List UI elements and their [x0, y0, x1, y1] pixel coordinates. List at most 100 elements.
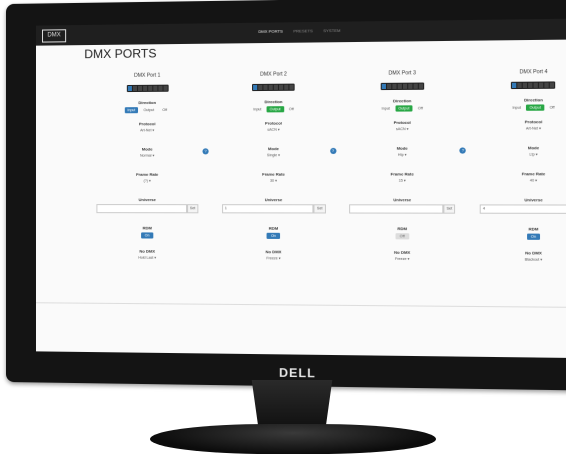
protocol-select[interactable]: Art-Net ▾	[140, 128, 154, 132]
universe-input[interactable]	[96, 204, 187, 214]
mode-row: Mode Single ▾ ?	[222, 146, 337, 172]
mode-row: Mode Htp ▾ ?	[349, 145, 467, 171]
frame-rate-label: Frame Rate	[521, 171, 546, 177]
direction-output-button[interactable]: Output	[526, 104, 545, 111]
no-dmx-label: No DMX	[525, 250, 542, 256]
protocol-label: Protocol	[138, 121, 156, 127]
direction-input-button[interactable]: Input	[124, 107, 139, 114]
protocol-select[interactable]: sACN ▾	[396, 127, 409, 131]
port-segment-selector[interactable]	[380, 82, 424, 91]
divider	[35, 302, 566, 308]
mode-select[interactable]: Ltp ▾	[529, 152, 537, 156]
direction-label: Direction	[138, 99, 157, 106]
universe-input[interactable]	[349, 204, 444, 214]
protocol-select[interactable]: Art-Net ▾	[526, 126, 541, 130]
brand-logo[interactable]: DMX	[42, 29, 67, 43]
no-dmx-select[interactable]: Freeze ▾	[395, 257, 409, 261]
direction-label: Direction	[393, 98, 412, 104]
frame-rate-select[interactable]: 40 ▾	[530, 178, 537, 182]
rdm-toggle[interactable]: Off	[395, 233, 409, 240]
frame-rate-label: Frame Rate	[262, 171, 285, 177]
frame-rate-select[interactable]: 30 ▾	[270, 179, 277, 183]
universe-input[interactable]: 4	[479, 204, 566, 214]
top-navbar: DMX DMX PORTS PRESETS SYSTEM	[35, 18, 566, 46]
rdm-toggle[interactable]: On	[526, 233, 541, 240]
mode-label: Mode	[141, 146, 153, 152]
dmx-port-panel: DMX Port 3 Direction Input Output Off Pr…	[349, 70, 467, 261]
no-dmx-label: No DMX	[139, 248, 156, 254]
direction-toggle: Input Output Off	[124, 107, 170, 114]
direction-off-button[interactable]: Off	[159, 107, 170, 113]
rdm-toggle[interactable]: On	[266, 232, 281, 239]
direction-toggle: Input Output Off	[509, 104, 558, 111]
rdm-toggle[interactable]: On	[140, 232, 154, 239]
protocol-select[interactable]: sACN ▾	[267, 128, 279, 132]
protocol-label: Protocol	[524, 119, 543, 125]
frame-rate-select[interactable]: 15 ▾	[399, 179, 406, 183]
mode-row: Mode Normal ▾ ?	[96, 146, 209, 172]
port-title: DMX Port 4	[519, 68, 548, 76]
port-title: DMX Port 2	[260, 71, 287, 78]
universe-row: 1 Set	[221, 204, 326, 214]
monitor-frame: DMX DMX PORTS PRESETS SYSTEM DMX PORTS D…	[6, 0, 566, 391]
direction-output-button[interactable]: Output	[395, 105, 413, 112]
nav-link-system[interactable]: SYSTEM	[323, 28, 340, 33]
monitor-brand-logo: DELL	[279, 365, 316, 381]
direction-off-button[interactable]: Off	[286, 106, 297, 112]
mode-select[interactable]: Normal ▾	[140, 154, 154, 158]
no-dmx-select[interactable]: Freeze ▾	[266, 256, 280, 260]
direction-output-button[interactable]: Output	[266, 106, 284, 113]
rdm-label: RDM	[142, 225, 152, 231]
rdm-label: RDM	[528, 226, 539, 232]
no-dmx-select[interactable]: Blackout ▾	[525, 257, 542, 261]
port-title: DMX Port 1	[134, 72, 161, 79]
port-segment-selector[interactable]	[511, 81, 556, 90]
direction-label: Direction	[524, 97, 543, 103]
nav-link-dmx-ports[interactable]: DMX PORTS	[258, 29, 283, 34]
mode-select[interactable]: Htp ▾	[398, 153, 407, 157]
universe-label: Universe	[524, 197, 543, 203]
mode-label: Mode	[396, 145, 408, 151]
universe-set-button[interactable]: Set	[313, 204, 326, 214]
info-icon[interactable]: ?	[459, 147, 467, 154]
ports-grid: DMX Port 1 Direction Input Output Off Pr…	[96, 69, 566, 262]
mode-select[interactable]: Single ▾	[267, 153, 280, 157]
universe-set-button[interactable]: Set	[443, 204, 456, 214]
universe-row: Set	[349, 204, 456, 214]
screen: DMX DMX PORTS PRESETS SYSTEM DMX PORTS D…	[35, 18, 566, 359]
universe-label: Universe	[264, 197, 283, 203]
direction-input-button[interactable]: Input	[509, 105, 524, 111]
no-dmx-label: No DMX	[394, 249, 411, 255]
mode-label: Mode	[268, 146, 279, 152]
monitor-stand-neck	[251, 380, 333, 428]
universe-row: 4 Set	[479, 204, 566, 214]
dmx-port-panel: DMX Port 4 Direction Input Output Off Pr…	[479, 68, 566, 262]
direction-off-button[interactable]: Off	[415, 105, 426, 111]
universe-set-button[interactable]: Set	[186, 204, 199, 214]
direction-off-button[interactable]: Off	[546, 104, 558, 110]
protocol-label: Protocol	[265, 120, 282, 126]
frame-rate-label: Frame Rate	[390, 171, 414, 177]
direction-toggle: Input Output Off	[250, 106, 297, 113]
info-icon[interactable]: ?	[329, 147, 337, 155]
info-icon[interactable]: ?	[202, 148, 209, 155]
direction-input-button[interactable]: Input	[250, 106, 264, 112]
no-dmx-select[interactable]: Hold Last ▾	[138, 256, 156, 260]
universe-input[interactable]: 1	[221, 204, 314, 214]
protocol-label: Protocol	[393, 119, 411, 126]
frame-rate-label: Frame Rate	[136, 171, 159, 177]
nav-links: DMX PORTS PRESETS SYSTEM	[258, 28, 340, 34]
direction-input-button[interactable]: Input	[378, 105, 393, 111]
port-segment-selector[interactable]	[252, 83, 295, 92]
dmx-port-panel: DMX Port 1 Direction Input Output Off Pr…	[96, 72, 209, 260]
mode-label: Mode	[527, 145, 540, 151]
dmx-port-panel: DMX Port 2 Direction Input Output Off Pr…	[221, 71, 337, 261]
universe-row: Set	[96, 204, 199, 214]
frame-rate-select[interactable]: (?) ▾	[144, 179, 151, 183]
port-segment-selector[interactable]	[126, 84, 169, 93]
rdm-label: RDM	[268, 225, 279, 231]
nav-link-presets[interactable]: PRESETS	[293, 28, 312, 33]
direction-output-button[interactable]: Output	[140, 107, 157, 113]
mode-row: Mode Ltp ▾ ?	[480, 145, 566, 171]
direction-toggle: Input Output Off	[378, 105, 426, 112]
